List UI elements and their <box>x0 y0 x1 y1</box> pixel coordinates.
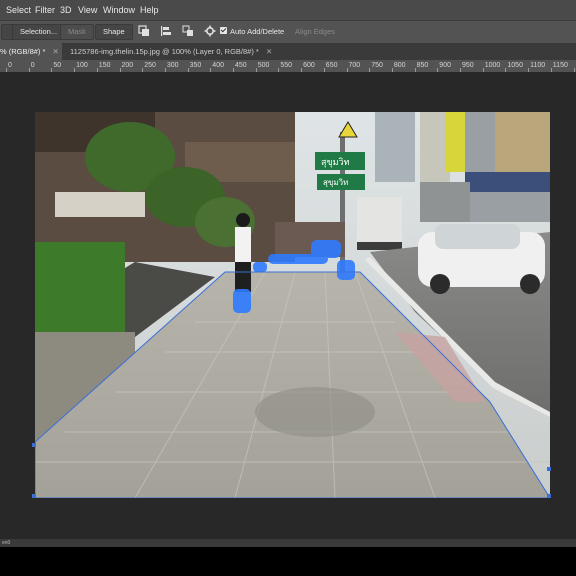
menu-help[interactable]: Help <box>140 5 159 15</box>
ruler-label: 1000 <box>484 62 501 69</box>
ruler-tick <box>437 68 439 72</box>
ruler-tick <box>6 68 7 72</box>
ruler-label: 0 <box>30 62 35 69</box>
menu-filter[interactable]: Filter <box>35 5 55 15</box>
ruler-label: 900 <box>439 62 451 69</box>
tab-document-1[interactable]: % (RGB/8#) * ✕ <box>0 43 62 60</box>
auto-add-delete-label[interactable]: Auto Add/Delete <box>230 27 284 36</box>
align-edges-label[interactable]: Align Edges <box>295 27 335 36</box>
shape-button[interactable]: Shape <box>95 24 133 40</box>
options-bar: Selection... Mask Shape Auto Add/Delete … <box>0 20 576 43</box>
gear-icon[interactable] <box>204 25 216 37</box>
selection-button[interactable]: Selection... <box>12 24 66 40</box>
ruler-label: 300 <box>166 62 179 69</box>
ruler-label: 850 <box>416 62 429 69</box>
ruler-tick <box>187 68 189 72</box>
ruler-label: 1050 <box>507 62 523 69</box>
ruler-tick <box>550 68 552 72</box>
tab-label: 1125786-img.thelin.15p.jpg @ 100% (Layer… <box>70 47 259 56</box>
path-operations-icon[interactable] <box>138 25 150 37</box>
ruler-label: 250 <box>144 62 156 69</box>
ruler-tick <box>573 68 575 72</box>
close-icon[interactable]: ✕ <box>53 47 59 56</box>
ruler-tick <box>505 68 507 72</box>
ruler-label: 500 <box>257 62 270 69</box>
horizontal-ruler[interactable]: 0 0 50 100 150 200 250 300 350 400 450 500 550 600 650… <box>0 60 576 73</box>
tab-label: % (RGB/8#) * <box>0 47 46 56</box>
ruler-tick <box>74 68 76 72</box>
ruler-label: 550 <box>280 62 293 69</box>
ruler-label: 200 <box>121 62 134 69</box>
ruler-tick <box>51 68 53 72</box>
auto-add-delete-checkbox[interactable] <box>220 27 227 34</box>
ruler-tick <box>28 68 30 72</box>
ruler-label: 1100 <box>530 62 546 69</box>
status-text: en0 <box>2 540 11 546</box>
ruler-label: 800 <box>393 62 406 69</box>
ruler-tick <box>346 68 348 72</box>
ruler-label: 0 <box>8 62 12 69</box>
mask-button[interactable]: Mask <box>60 24 94 40</box>
ruler-label: 950 <box>462 62 474 69</box>
menu-view[interactable]: View <box>78 5 97 15</box>
canvas-area[interactable]: สุขุมวิท สุขุมวิท <box>0 73 576 539</box>
ruler-tick <box>301 68 303 72</box>
ruler-tick <box>482 68 484 72</box>
ruler-label: 600 <box>303 62 315 69</box>
menu-select[interactable]: Select <box>6 5 31 15</box>
ruler-tick <box>391 68 393 72</box>
ruler-tick <box>210 68 212 72</box>
ruler-tick <box>255 68 257 72</box>
ruler-tick <box>278 68 280 72</box>
ruler-label: 100 <box>76 62 88 69</box>
ruler-label: 650 <box>325 62 338 69</box>
ruler-tick <box>142 68 144 72</box>
ruler-tick <box>414 68 416 72</box>
ruler-tick <box>233 68 234 72</box>
ruler-tick <box>323 68 325 72</box>
ruler-tick <box>369 68 371 72</box>
ruler-label: 450 <box>235 62 247 69</box>
menu-bar: Select Filter 3D View Window Help <box>0 0 576 20</box>
ruler-tick <box>528 68 530 72</box>
ruler-label: 150 <box>98 62 111 69</box>
bottom-letterbox <box>0 547 576 576</box>
ruler-label: 750 <box>371 62 383 69</box>
ruler-tick <box>96 68 98 72</box>
menu-window[interactable]: Window <box>103 5 135 15</box>
ruler-label: 350 <box>189 62 202 69</box>
ruler-tick <box>164 68 166 72</box>
document-tab-bar: % (RGB/8#) * ✕ 1125786-img.thelin.15p.jp… <box>0 43 576 60</box>
close-icon[interactable]: ✕ <box>266 47 272 56</box>
path-anchors[interactable] <box>0 73 576 539</box>
ruler-label: 1150 <box>552 62 568 69</box>
path-arrangement-icon[interactable] <box>182 25 194 37</box>
status-bar: en0 <box>0 539 576 547</box>
menu-3d[interactable]: 3D <box>60 5 72 15</box>
ruler-tick <box>119 68 121 72</box>
ruler-label: 700 <box>348 62 361 69</box>
ruler-label: 400 <box>212 62 224 69</box>
path-alignment-icon[interactable] <box>160 25 172 37</box>
ruler-tick <box>460 68 461 72</box>
ruler-label: 50 <box>53 62 62 69</box>
tab-document-2[interactable]: 1125786-img.thelin.15p.jpg @ 100% (Layer… <box>70 43 278 60</box>
